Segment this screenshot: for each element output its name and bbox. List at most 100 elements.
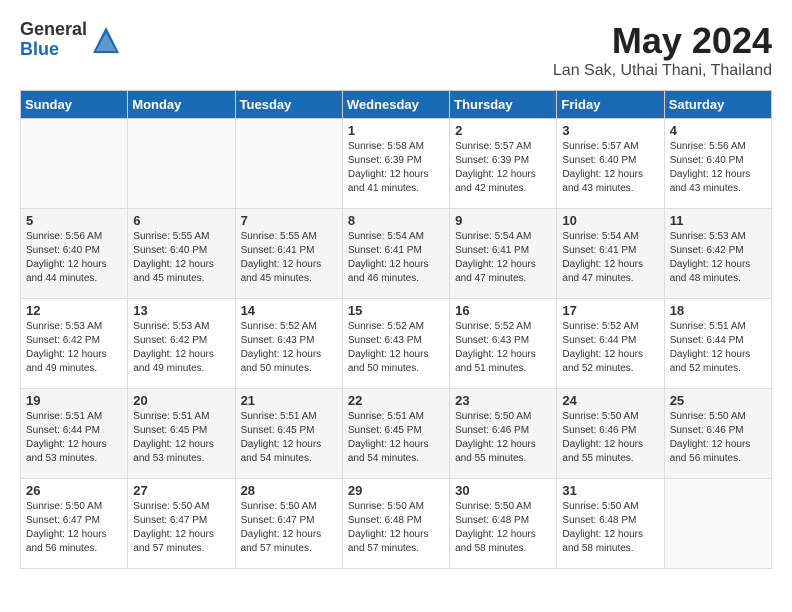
day-info: Sunrise: 5:57 AM Sunset: 6:40 PM Dayligh… xyxy=(562,140,658,196)
day-info: Sunrise: 5:50 AM Sunset: 6:48 PM Dayligh… xyxy=(455,500,551,556)
day-info: Sunrise: 5:58 AM Sunset: 6:39 PM Dayligh… xyxy=(348,140,444,196)
logo-general: General xyxy=(20,20,87,40)
logo-blue: Blue xyxy=(20,40,87,60)
header-friday: Friday xyxy=(557,91,664,119)
header-thursday: Thursday xyxy=(450,91,557,119)
calendar-cell: 16Sunrise: 5:52 AM Sunset: 6:43 PM Dayli… xyxy=(450,299,557,389)
calendar-cell: 18Sunrise: 5:51 AM Sunset: 6:44 PM Dayli… xyxy=(664,299,771,389)
title-block: May 2024 Lan Sak, Uthai Thani, Thailand xyxy=(553,20,772,80)
day-info: Sunrise: 5:51 AM Sunset: 6:45 PM Dayligh… xyxy=(241,410,337,466)
calendar-cell: 25 Sunrise: 5:50 AM Sunset: 6:46 PM Dayli… xyxy=(664,389,771,479)
day-number: 21 xyxy=(241,393,337,408)
day-info: Sunrise: 5:50 AM Sunset: 6:46 PM Dayligh… xyxy=(455,410,551,466)
day-number: 7 xyxy=(241,213,337,228)
calendar-cell: 31 Sunrise: 5:50 AM Sunset: 6:48 PM Dayli… xyxy=(557,479,664,569)
day-info: Sunrise: 5:53 AM Sunset: 6:42 PM Dayligh… xyxy=(26,320,122,376)
month-title: May 2024 xyxy=(553,20,772,62)
day-info: Sunrise: 5:53 AM Sunset: 6:42 PM Dayligh… xyxy=(670,230,766,286)
header-sunday: Sunday xyxy=(21,91,128,119)
day-number: 4 xyxy=(670,123,766,138)
calendar-cell: 12Sunrise: 5:53 AM Sunset: 6:42 PM Dayli… xyxy=(21,299,128,389)
day-info: Sunrise: 5:50 AM Sunset: 6:47 PM Dayligh… xyxy=(241,500,337,556)
calendar-cell: 20 Sunrise: 5:51 AM Sunset: 6:45 PM Dayli… xyxy=(128,389,235,479)
day-info: Sunrise: 5:54 AM Sunset: 6:41 PM Dayligh… xyxy=(348,230,444,286)
calendar-cell: 23 Sunrise: 5:50 AM Sunset: 6:46 PM Dayli… xyxy=(450,389,557,479)
calendar-cell: 8 Sunrise: 5:54 AM Sunset: 6:41 PM Daylig… xyxy=(342,209,449,299)
day-number: 17 xyxy=(562,303,658,318)
calendar-cell: 17 Sunrise: 5:52 AM Sunset: 6:44 PM Dayli… xyxy=(557,299,664,389)
day-number: 28 xyxy=(241,483,337,498)
day-info: Sunrise: 5:50 AM Sunset: 6:46 PM Dayligh… xyxy=(670,410,766,466)
calendar-cell: 6 Sunrise: 5:55 AM Sunset: 6:40 PM Daylig… xyxy=(128,209,235,299)
header-monday: Monday xyxy=(128,91,235,119)
day-info: Sunrise: 5:50 AM Sunset: 6:47 PM Dayligh… xyxy=(26,500,122,556)
day-number: 6 xyxy=(133,213,229,228)
logo: General Blue xyxy=(20,20,121,60)
calendar-body: 1 Sunrise: 5:58 AM Sunset: 6:39 PM Daylig… xyxy=(21,119,772,569)
calendar-cell: 21 Sunrise: 5:51 AM Sunset: 6:45 PM Dayli… xyxy=(235,389,342,479)
day-number: 5 xyxy=(26,213,122,228)
calendar-cell: 3Sunrise: 5:57 AM Sunset: 6:40 PM Daylig… xyxy=(557,119,664,209)
day-number: 11 xyxy=(670,213,766,228)
day-number: 25 xyxy=(670,393,766,408)
day-number: 31 xyxy=(562,483,658,498)
day-info: Sunrise: 5:50 AM Sunset: 6:47 PM Dayligh… xyxy=(133,500,229,556)
day-number: 16 xyxy=(455,303,551,318)
calendar-table: Sunday Monday Tuesday Wednesday Thursday… xyxy=(20,90,772,569)
day-number: 27 xyxy=(133,483,229,498)
day-number: 1 xyxy=(348,123,444,138)
day-info: Sunrise: 5:54 AM Sunset: 6:41 PM Dayligh… xyxy=(562,230,658,286)
calendar-cell: 5 Sunrise: 5:56 AM Sunset: 6:40 PM Daylig… xyxy=(21,209,128,299)
logo-text: General Blue xyxy=(20,20,87,60)
calendar-header: Sunday Monday Tuesday Wednesday Thursday… xyxy=(21,91,772,119)
header-wednesday: Wednesday xyxy=(342,91,449,119)
calendar-cell: 30 Sunrise: 5:50 AM Sunset: 6:48 PM Dayli… xyxy=(450,479,557,569)
logo-icon xyxy=(91,25,121,55)
day-info: Sunrise: 5:52 AM Sunset: 6:43 PM Dayligh… xyxy=(348,320,444,376)
header-saturday: Saturday xyxy=(664,91,771,119)
day-info: Sunrise: 5:53 AM Sunset: 6:42 PM Dayligh… xyxy=(133,320,229,376)
calendar-cell xyxy=(128,119,235,209)
page-header: General Blue May 2024 Lan Sak, Uthai Tha… xyxy=(20,20,772,80)
day-number: 20 xyxy=(133,393,229,408)
day-number: 2 xyxy=(455,123,551,138)
day-info: Sunrise: 5:56 AM Sunset: 6:40 PM Dayligh… xyxy=(26,230,122,286)
calendar-cell: 4 Sunrise: 5:56 AM Sunset: 6:40 PM Daylig… xyxy=(664,119,771,209)
calendar-cell xyxy=(21,119,128,209)
calendar-cell: 2 Sunrise: 5:57 AM Sunset: 6:39 PM Daylig… xyxy=(450,119,557,209)
day-number: 23 xyxy=(455,393,551,408)
day-number: 14 xyxy=(241,303,337,318)
day-info: Sunrise: 5:50 AM Sunset: 6:48 PM Dayligh… xyxy=(562,500,658,556)
day-number: 30 xyxy=(455,483,551,498)
day-info: Sunrise: 5:52 AM Sunset: 6:43 PM Dayligh… xyxy=(241,320,337,376)
calendar-cell: 26 Sunrise: 5:50 AM Sunset: 6:47 PM Dayli… xyxy=(21,479,128,569)
calendar-cell: 29 Sunrise: 5:50 AM Sunset: 6:48 PM Dayli… xyxy=(342,479,449,569)
calendar-week-5: 26 Sunrise: 5:50 AM Sunset: 6:47 PM Dayli… xyxy=(21,479,772,569)
day-number: 8 xyxy=(348,213,444,228)
calendar-week-2: 5 Sunrise: 5:56 AM Sunset: 6:40 PM Daylig… xyxy=(21,209,772,299)
calendar-cell: 13Sunrise: 5:53 AM Sunset: 6:42 PM Dayli… xyxy=(128,299,235,389)
calendar-cell: 9Sunrise: 5:54 AM Sunset: 6:41 PM Daylig… xyxy=(450,209,557,299)
calendar-cell: 11 Sunrise: 5:53 AM Sunset: 6:42 PM Dayli… xyxy=(664,209,771,299)
day-info: Sunrise: 5:52 AM Sunset: 6:44 PM Dayligh… xyxy=(562,320,658,376)
day-info: Sunrise: 5:51 AM Sunset: 6:45 PM Dayligh… xyxy=(348,410,444,466)
calendar-cell: 24Sunrise: 5:50 AM Sunset: 6:46 PM Dayli… xyxy=(557,389,664,479)
day-number: 19 xyxy=(26,393,122,408)
day-number: 29 xyxy=(348,483,444,498)
day-info: Sunrise: 5:55 AM Sunset: 6:40 PM Dayligh… xyxy=(133,230,229,286)
day-info: Sunrise: 5:50 AM Sunset: 6:48 PM Dayligh… xyxy=(348,500,444,556)
day-number: 10 xyxy=(562,213,658,228)
day-info: Sunrise: 5:51 AM Sunset: 6:44 PM Dayligh… xyxy=(670,320,766,376)
day-number: 26 xyxy=(26,483,122,498)
calendar-week-1: 1 Sunrise: 5:58 AM Sunset: 6:39 PM Daylig… xyxy=(21,119,772,209)
calendar-week-3: 12Sunrise: 5:53 AM Sunset: 6:42 PM Dayli… xyxy=(21,299,772,389)
day-number: 24 xyxy=(562,393,658,408)
day-info: Sunrise: 5:57 AM Sunset: 6:39 PM Dayligh… xyxy=(455,140,551,196)
calendar-cell: 22Sunrise: 5:51 AM Sunset: 6:45 PM Dayli… xyxy=(342,389,449,479)
calendar-cell xyxy=(664,479,771,569)
day-info: Sunrise: 5:56 AM Sunset: 6:40 PM Dayligh… xyxy=(670,140,766,196)
header-tuesday: Tuesday xyxy=(235,91,342,119)
day-info: Sunrise: 5:51 AM Sunset: 6:45 PM Dayligh… xyxy=(133,410,229,466)
day-info: Sunrise: 5:54 AM Sunset: 6:41 PM Dayligh… xyxy=(455,230,551,286)
calendar-cell: 7Sunrise: 5:55 AM Sunset: 6:41 PM Daylig… xyxy=(235,209,342,299)
